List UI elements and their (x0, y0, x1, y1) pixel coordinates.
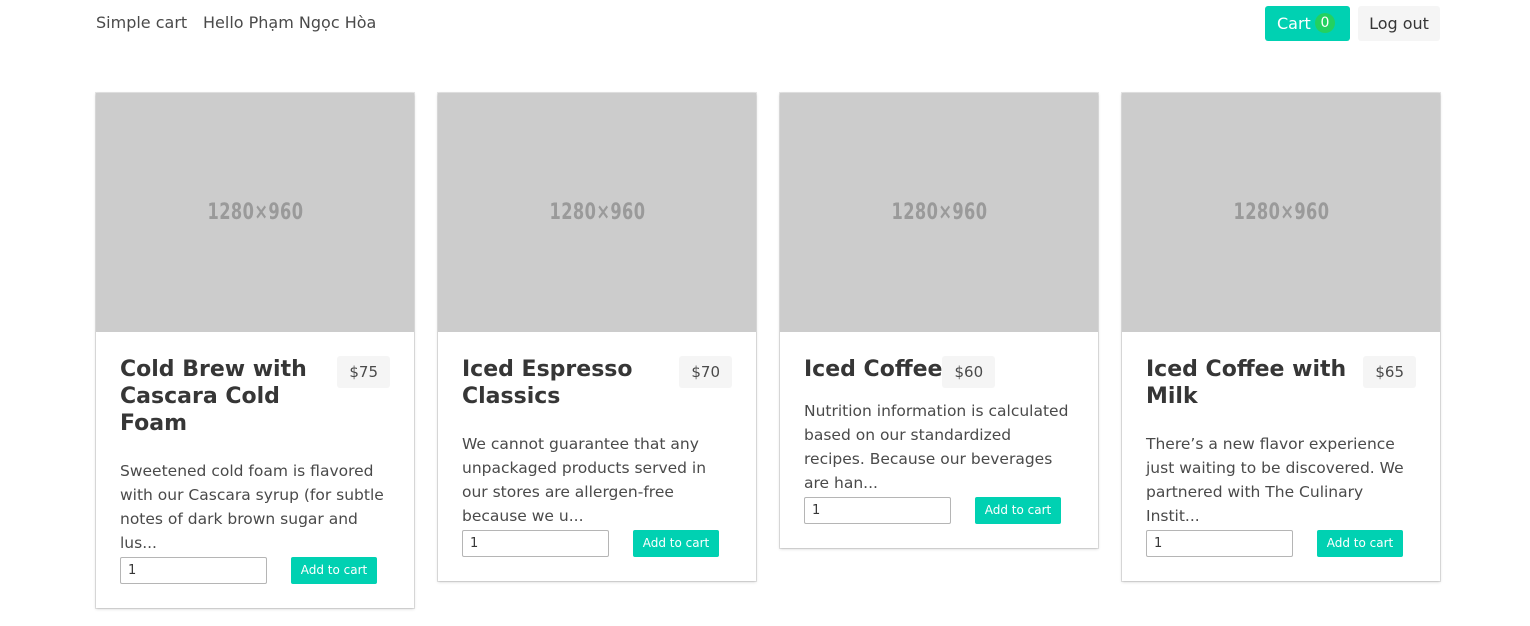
image-placeholder-text: 1280×960 (549, 200, 645, 225)
price-tag: $70 (679, 356, 732, 388)
image-placeholder-text: 1280×960 (207, 200, 303, 225)
product-actions: Add to cart (120, 557, 390, 584)
brand-link[interactable]: Simple cart (96, 13, 187, 32)
image-placeholder-text: 1280×960 (891, 200, 987, 225)
product-description: There’s a new flavor experience just wai… (1146, 435, 1404, 525)
add-to-cart-button[interactable]: Add to cart (633, 530, 719, 557)
product-description: Sweetened cold foam is flavored with our… (120, 462, 384, 552)
product-title: Iced Espresso Classics (462, 357, 633, 409)
product-card: 1280×960 Iced Coffee with Milk $65 There… (1122, 93, 1440, 581)
product-image: 1280×960 (780, 93, 1098, 332)
logout-button[interactable]: Log out (1358, 6, 1440, 41)
cart-count-badge: 0 (1315, 13, 1335, 33)
product-actions: Add to cart (1146, 530, 1416, 557)
quantity-input[interactable] (120, 557, 267, 584)
quantity-input[interactable] (462, 530, 609, 557)
product-card: 1280×960 Cold Brew with Cascara Cold Foa… (96, 93, 414, 608)
product-image: 1280×960 (1122, 93, 1440, 332)
product-title: Cold Brew with Cascara Cold Foam (120, 357, 307, 436)
image-placeholder-text: 1280×960 (1233, 200, 1329, 225)
cart-button[interactable]: Cart 0 (1265, 6, 1350, 41)
product-header: Iced Coffee with Milk $65 (1146, 356, 1416, 410)
add-to-cart-button[interactable]: Add to cart (291, 557, 377, 584)
cart-label: Cart (1277, 14, 1311, 33)
product-header: Cold Brew with Cascara Cold Foam $75 (120, 356, 390, 437)
product-content: Iced Coffee $60 Nutrition information is… (780, 332, 1098, 548)
product-card: 1280×960 Iced Espresso Classics $70 We c… (438, 93, 756, 581)
add-to-cart-button[interactable]: Add to cart (975, 497, 1061, 524)
price-tag: $75 (337, 356, 390, 388)
product-image: 1280×960 (438, 93, 756, 332)
quantity-input[interactable] (1146, 530, 1293, 557)
product-title: Iced Coffee (804, 357, 943, 382)
product-description: Nutrition information is calculated base… (804, 402, 1069, 492)
product-actions: Add to cart (804, 497, 1074, 524)
price-tag: $60 (942, 356, 996, 388)
product-actions: Add to cart (462, 530, 732, 557)
product-description: We cannot guarantee that any unpackaged … (462, 435, 707, 525)
product-content: Cold Brew with Cascara Cold Foam $75 Swe… (96, 332, 414, 608)
product-image: 1280×960 (96, 93, 414, 332)
navbar: Simple cart Hello Phạm Ngọc Hòa Cart 0 L… (0, 0, 1530, 46)
product-header: Iced Espresso Classics $70 (462, 356, 732, 410)
product-title: Iced Coffee with Milk (1146, 357, 1347, 409)
price-tag: $65 (1363, 356, 1416, 388)
add-to-cart-button[interactable]: Add to cart (1317, 530, 1403, 557)
user-greeting: Hello Phạm Ngọc Hòa (203, 13, 377, 32)
product-header: Iced Coffee $60 (804, 356, 1074, 388)
product-content: Iced Coffee with Milk $65 There’s a new … (1122, 332, 1440, 581)
quantity-input[interactable] (804, 497, 951, 524)
product-content: Iced Espresso Classics $70 We cannot gua… (438, 332, 756, 581)
product-card: 1280×960 Iced Coffee $60 Nutrition infor… (780, 93, 1098, 548)
